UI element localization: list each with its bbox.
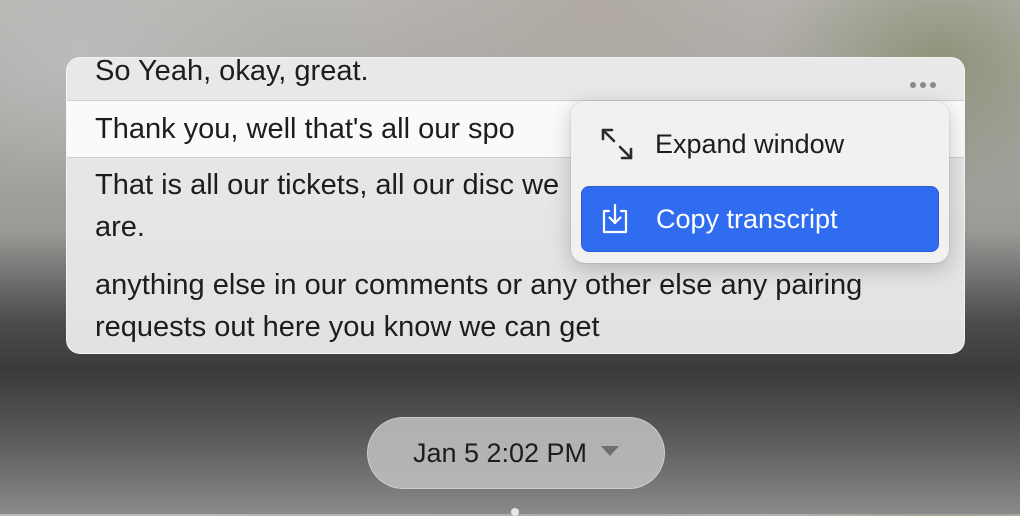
expand-window-label: Expand window [655,128,845,159]
dot [910,82,916,88]
dot [920,82,926,88]
caret-down-icon [601,446,620,456]
copy-transcript-label: Copy transcript [656,203,838,234]
transcript-line[interactable]: anything else in our comments or any oth… [67,264,905,348]
date-selector-button[interactable]: Jan 5 2:02 PM [367,417,665,489]
download-tray-icon [600,197,652,241]
page-indicator-dot [511,508,519,516]
more-options-button[interactable] [906,75,940,95]
transcript-line[interactable]: So Yeah, okay, great. [67,58,964,92]
dot [930,82,936,88]
expand-arrows-icon [599,122,651,166]
options-menu: Expand window Copy transcript [571,101,949,263]
date-label: Jan 5 2:02 PM [412,437,588,468]
copy-transcript-menu-item[interactable]: Copy transcript [581,186,939,252]
expand-window-menu-item[interactable]: Expand window [581,111,939,177]
transcript-line-text: That is all our tickets, all our disc we… [95,169,560,243]
transcript-line[interactable]: That is all our tickets, all our disc we… [67,164,635,248]
